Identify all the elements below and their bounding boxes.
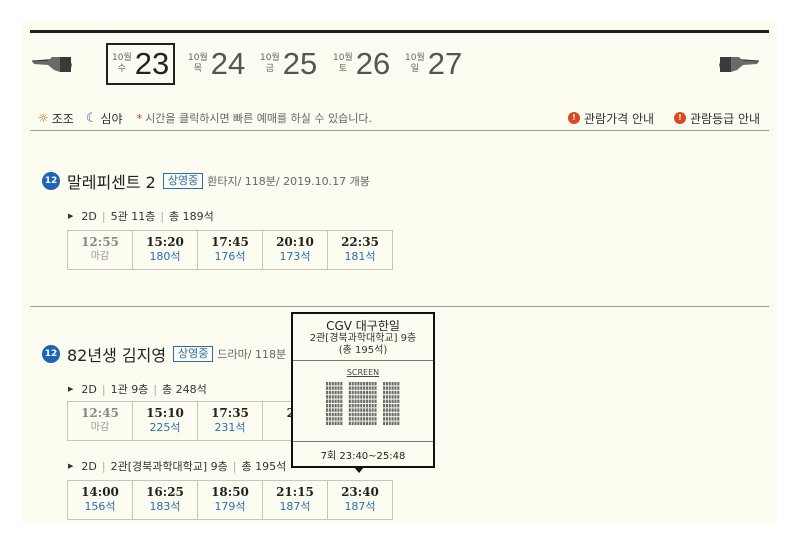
date-day: 24 bbox=[210, 46, 246, 81]
showtime-slot[interactable]: 17:45 176석 bbox=[197, 230, 263, 270]
info-icon: ! bbox=[568, 112, 580, 124]
showtime-slot: 12:55 마감 bbox=[67, 230, 133, 270]
seat-map-grid bbox=[326, 382, 400, 425]
date-item-27[interactable]: 10월 일 27 bbox=[405, 43, 462, 85]
date-day: 25 bbox=[282, 46, 318, 81]
popup-pointer bbox=[354, 467, 364, 473]
moon-icon: ☾ bbox=[85, 110, 98, 126]
date-meta: 10월 금 bbox=[260, 53, 280, 74]
popup-rule bbox=[293, 441, 433, 442]
showtime-list: 12:45마감 15:10225석 17:35231석 202 bbox=[67, 401, 328, 441]
popup-total-seats: (총 195석) bbox=[338, 345, 388, 356]
triangle-icon: ▶ bbox=[68, 385, 74, 393]
movie-title-row: 12 82년생 김지영 상영중 드라마/ 118분 bbox=[42, 343, 286, 365]
hall-info: ▶ 2D | 5관 11층 | 총 189석 bbox=[68, 209, 214, 224]
showtime-slot[interactable]: 16:25 183석 bbox=[132, 480, 198, 520]
date-meta: 10월 토 bbox=[333, 53, 353, 74]
next-date-hand-icon[interactable] bbox=[717, 53, 761, 75]
date-item-26[interactable]: 10월 토 26 bbox=[333, 43, 390, 85]
status-badge: 상영중 bbox=[162, 173, 204, 189]
movie-title[interactable]: 말레피센트 2 bbox=[67, 169, 156, 193]
showtime-slot[interactable]: 17:35 231석 bbox=[197, 401, 263, 441]
divider bbox=[30, 306, 769, 307]
morning-label: 조조 bbox=[51, 111, 74, 126]
sun-icon: ☼ bbox=[38, 111, 49, 125]
date-meta: 10월 수 bbox=[112, 53, 132, 74]
age-rating-badge: 12 bbox=[42, 172, 60, 190]
showtime-slot[interactable]: 22:35 181석 bbox=[327, 230, 393, 270]
movie-info: 환타지/ 118분/ 2019.10.17 개봉 bbox=[207, 175, 370, 188]
movie-info: 드라마/ 118분 bbox=[217, 348, 287, 361]
rating-info-link[interactable]: ! 관람등급 안내 bbox=[674, 109, 760, 127]
showtime-slot: 12:45 마감 bbox=[67, 401, 133, 441]
showtime-list: 14:00 156석 16:25 183석 18:50 179석 21:15 187석 … bbox=[67, 480, 393, 520]
hall-info: ▶ 2D | 1관 9층 | 총 248석 bbox=[68, 382, 207, 397]
date-day: 26 bbox=[355, 46, 391, 81]
showtime-slot[interactable]: 15:20 180석 bbox=[132, 230, 198, 270]
showtime-slot[interactable]: 15:10 225석 bbox=[132, 401, 198, 441]
divider bbox=[30, 130, 769, 131]
date-item-24[interactable]: 10월 목 24 bbox=[188, 43, 245, 85]
date-meta: 10월 목 bbox=[188, 53, 208, 74]
date-day: 27 bbox=[427, 46, 463, 81]
asterisk-icon: * bbox=[136, 112, 143, 125]
status-badge: 상영중 bbox=[173, 346, 214, 362]
movie-title[interactable]: 82년생 김지영 bbox=[67, 342, 166, 366]
triangle-icon: ▶ bbox=[68, 212, 74, 220]
price-info-link[interactable]: ! 관람가격 안내 bbox=[568, 109, 654, 127]
triangle-icon: ▶ bbox=[68, 462, 74, 470]
night-label: 심야 bbox=[100, 111, 123, 126]
showtime-slot[interactable]: 23:40 187석 bbox=[327, 480, 393, 520]
hall-info: ▶ 2D | 2관[경북과학대학교] 9층 | 총 195석 bbox=[68, 459, 287, 474]
movie-title-row: 12 말레피센트 2 상영중 환타지/ 118분/ 2019.10.17 개봉 bbox=[42, 170, 370, 192]
legend-row: ☼ 조조 ☾ 심야 * 시간을 클릭하시면 빠른 예매를 하실 수 있습니다. bbox=[38, 109, 372, 127]
popup-rule bbox=[293, 360, 433, 361]
showtime-slot[interactable]: 20:10 173석 bbox=[262, 230, 328, 270]
popup-screen-label: SCREEN bbox=[346, 368, 380, 377]
showtime-slot[interactable]: 14:00 156석 bbox=[67, 480, 133, 520]
showtime-list: 12:55 마감 15:20 180석 17:45 176석 20:10 173석 22… bbox=[67, 230, 393, 270]
prev-date-hand-icon[interactable] bbox=[30, 53, 74, 75]
date-item-23[interactable]: 10월 수 23 bbox=[106, 43, 176, 85]
age-rating-badge: 12 bbox=[42, 345, 60, 363]
date-meta: 10월 일 bbox=[405, 53, 425, 74]
popup-showtime: 7회 23:40~25:48 bbox=[320, 451, 406, 462]
date-item-25[interactable]: 10월 금 25 bbox=[260, 43, 317, 85]
booking-note: * 시간을 클릭하시면 빠른 예매를 하실 수 있습니다. bbox=[136, 112, 372, 125]
seat-map-popup: CGV 대구한일 2관[경북과학대학교] 9층 (총 195석) SCREEN … bbox=[291, 312, 435, 468]
showtime-slot[interactable]: 18:50 179석 bbox=[197, 480, 263, 520]
showtime-slot[interactable]: 21:15 187석 bbox=[262, 480, 328, 520]
popup-hall: 2관[경북과학대학교] 9층 bbox=[309, 333, 417, 344]
popup-theater-name: CGV 대구한일 bbox=[326, 319, 400, 333]
date-day: 23 bbox=[134, 46, 170, 81]
info-icon: ! bbox=[674, 112, 686, 124]
showtime-panel: 10월 수 23 10월 목 24 10월 금 25 10월 토 26 10월 … bbox=[22, 21, 777, 523]
top-rule bbox=[30, 30, 769, 33]
